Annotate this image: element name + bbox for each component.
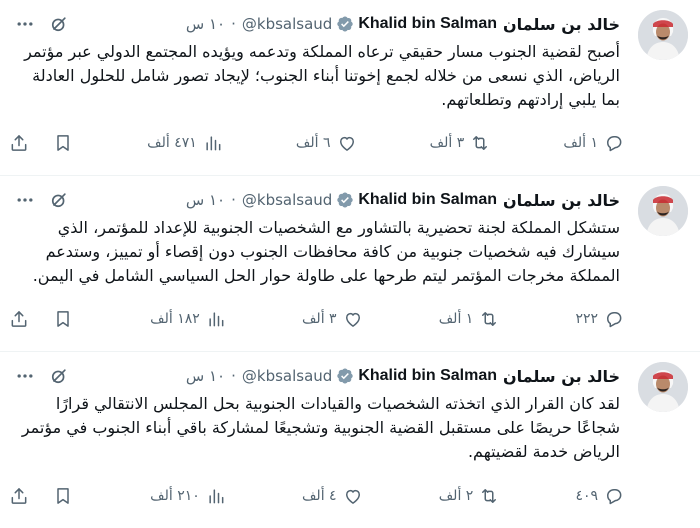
tweet-text: ستشكل المملكة لجنة تحضيرية بالتشاور مع ا… [32,218,620,285]
reply-count: ٤٠٩ [575,488,598,504]
views-count: ٤٧١ ألف [147,135,197,151]
avatar[interactable] [638,10,688,60]
avatar-image [638,362,688,412]
like-count: ٤ ألف [301,488,337,504]
bookmark-icon[interactable] [52,132,74,154]
views-icon [209,312,224,327]
verified-badge-icon [336,15,354,33]
share-icon[interactable] [8,132,30,154]
tweet[interactable]: خالد بن سلمان Khalid bin Salman @kbsalsa… [0,0,700,176]
timestamp[interactable]: ١٠ س [186,367,225,385]
grok-icon[interactable] [48,365,70,387]
display-name-english[interactable]: Khalid bin Salman [358,367,497,385]
repost-count: ٢ ألف [438,488,474,504]
verified-badge-icon [336,367,354,385]
display-name-arabic[interactable]: خالد بن سلمان [503,191,620,210]
reply-button[interactable]: ١ ألف [563,133,624,153]
end-actions [8,132,74,154]
action-bar: ٢٢٢ ١ ألف ٣ ألف ١٨٢ ألف [8,307,624,331]
tweet-header: خالد بن سلمان Khalid bin Salman @kbsalsa… [14,10,620,38]
tweet[interactable]: خالد بن سلمان Khalid bin Salman @kbsalsa… [0,176,700,352]
views-count: ١٨٢ ألف [150,311,200,327]
action-bar: ٤٠٩ ٢ ألف ٤ ألف ٢١٠ ألف [8,484,624,508]
views-button[interactable]: ٢١٠ ألف [150,486,226,506]
like-icon [345,489,360,504]
reply-icon [607,136,622,152]
user-handle[interactable]: @kbsalsaud [242,367,332,385]
reply-icon [607,312,622,328]
timeline: خالد بن سلمان Khalid bin Salman @kbsalsa… [0,0,700,528]
end-actions [8,485,74,507]
bookmark-icon[interactable] [52,485,74,507]
repost-button[interactable]: ١ ألف [439,309,500,329]
more-options-icon[interactable] [14,365,36,387]
tweet-header: خالد بن سلمان Khalid bin Salman @kbsalsa… [14,186,620,214]
reply-button[interactable]: ٤٠٩ [575,486,624,506]
views-icon [209,489,224,504]
like-button[interactable]: ٤ ألف [302,486,363,506]
timestamp[interactable]: ١٠ س [186,15,225,33]
avatar[interactable] [638,186,688,236]
end-actions [8,308,74,330]
like-icon [339,136,354,151]
reply-button[interactable]: ٢٢٢ [575,309,624,329]
like-button[interactable]: ٣ ألف [302,309,363,329]
repost-button[interactable]: ٣ ألف [430,133,491,153]
avatar-image [638,186,688,236]
tweet-text: أصبح لقضية الجنوب مسار حقيقي ترعاه الممل… [24,42,620,109]
timestamp[interactable]: ١٠ س [186,191,225,209]
views-icon [206,136,221,151]
action-bar: ١ ألف ٣ ألف ٦ ألف ٤٧١ ألف [8,131,624,155]
more-options-icon[interactable] [14,189,36,211]
separator-dot: · [231,191,236,209]
tweet-text: لقد كان القرار الذي اتخذته الشخصيات والق… [21,394,620,461]
repost-count: ١ ألف [438,311,474,327]
separator-dot: · [231,367,236,385]
display-name-english[interactable]: Khalid bin Salman [358,191,497,209]
like-icon [345,312,360,327]
like-count: ٦ ألف [295,135,331,151]
share-icon[interactable] [8,485,30,507]
tweet-header: خالد بن سلمان Khalid bin Salman @kbsalsa… [14,362,620,390]
repost-button[interactable]: ٢ ألف [439,486,500,506]
repost-icon [482,489,497,503]
reply-icon [607,489,622,505]
display-name-arabic[interactable]: خالد بن سلمان [503,15,620,34]
views-button[interactable]: ١٨٢ ألف [150,309,226,329]
separator-dot: · [231,15,236,33]
more-options-icon[interactable] [14,13,36,35]
share-icon[interactable] [8,308,30,330]
views-button[interactable]: ٤٧١ ألف [147,133,223,153]
repost-icon [473,136,488,150]
reply-count: ١ ألف [563,135,598,151]
bookmark-icon[interactable] [52,308,74,330]
repost-icon [482,312,497,326]
like-count: ٣ ألف [301,311,337,327]
avatar-image [638,10,688,60]
display-name-arabic[interactable]: خالد بن سلمان [503,367,620,386]
tweet[interactable]: خالد بن سلمان Khalid bin Salman @kbsalsa… [0,352,700,528]
user-handle[interactable]: @kbsalsaud [242,191,332,209]
repost-count: ٣ ألف [429,135,465,151]
grok-icon[interactable] [48,189,70,211]
display-name-english[interactable]: Khalid bin Salman [358,15,497,33]
views-count: ٢١٠ ألف [150,488,200,504]
user-handle[interactable]: @kbsalsaud [242,15,332,33]
grok-icon[interactable] [48,13,70,35]
reply-count: ٢٢٢ [575,311,598,327]
verified-badge-icon [336,191,354,209]
avatar[interactable] [638,362,688,412]
like-button[interactable]: ٦ ألف [296,133,357,153]
